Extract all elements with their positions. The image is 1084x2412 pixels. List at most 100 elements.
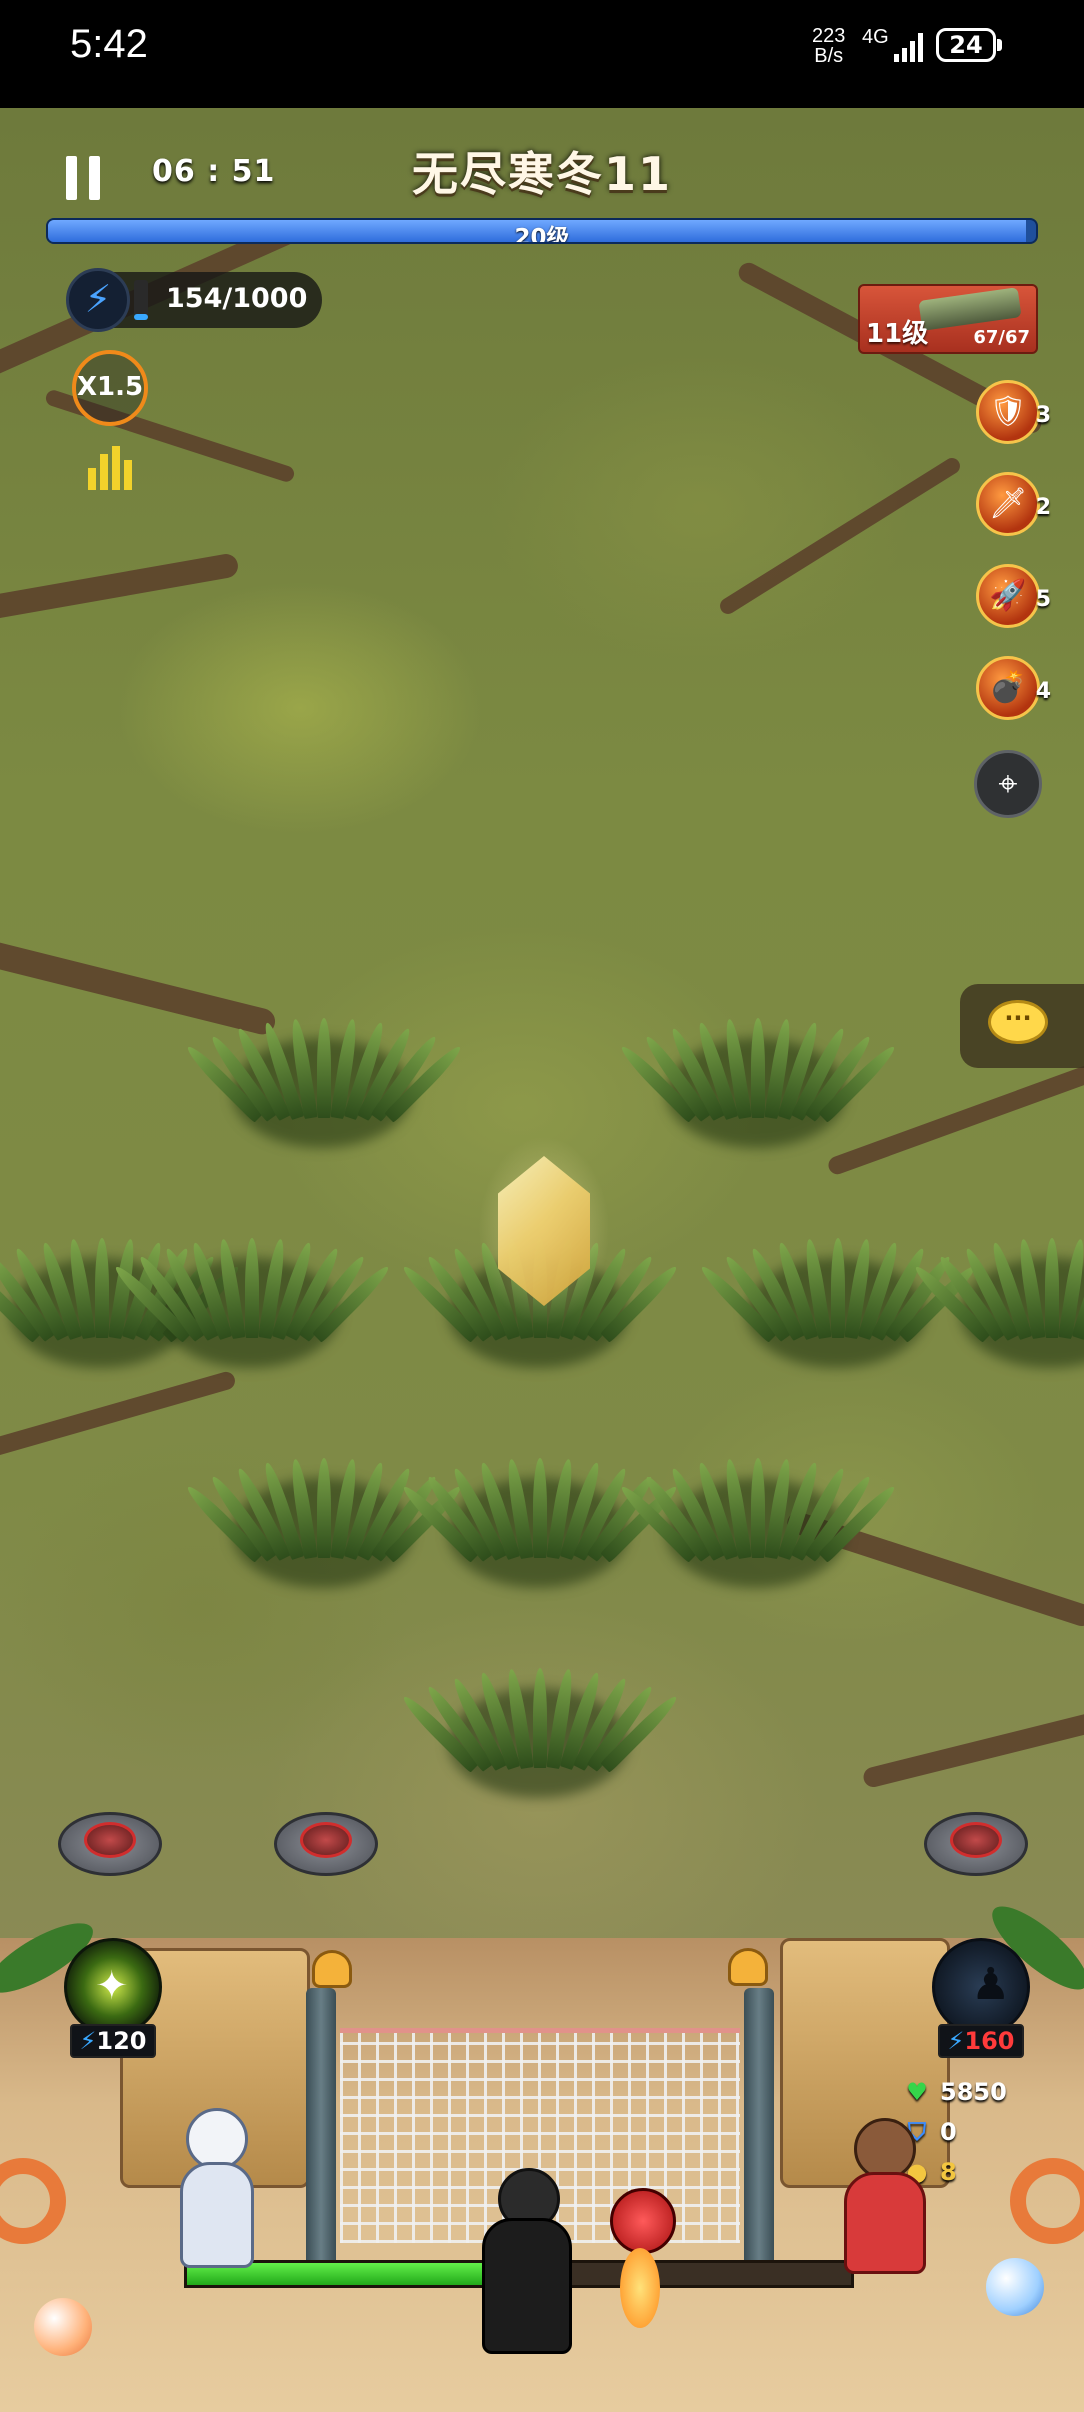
skill-count: 2 [1035,495,1051,520]
stat-coins-value: 8 [940,2158,957,2186]
energy-crystal[interactable] [478,1136,610,1326]
bar-chart-icon-bar [100,454,108,490]
auto-target-button[interactable]: ⌖ [974,750,1042,818]
grass-blade [317,1018,331,1118]
tree-branch [861,1706,1084,1790]
grass-blade [95,1238,109,1338]
ability-left[interactable]: ✦ [64,1938,162,2036]
turret-slot[interactable] [58,1798,162,1876]
missile-icon: 🚀 [989,578,1027,613]
energy-gauge [134,280,148,320]
gate-post-cap [728,1948,768,1986]
hero-astronaut-head [186,2108,248,2170]
gate-post [306,1988,336,2268]
skill-count: 5 [1035,587,1051,612]
grass-blade [533,1668,547,1768]
grass-bush [183,988,465,1148]
status-time: 5:42 [70,22,148,66]
turret-core [84,1822,136,1858]
grass-bush [617,988,899,1148]
hero-drone-head [610,2188,676,2254]
grass-bush [399,1428,681,1588]
hero-girl-head [854,2118,916,2180]
hero-commander-body [482,2218,572,2354]
skill-armor-upgrade[interactable]: 🛡 3 [976,380,1051,444]
network-type: 4G [862,26,889,48]
network-speed-unit: B/s [814,45,844,67]
stat-shield-value: 0 [940,2118,957,2146]
grass-blade [751,1018,765,1118]
chat-button[interactable]: ··· [960,984,1084,1068]
skill-count: 3 [1035,403,1051,428]
player-level: 20级 [514,225,570,244]
grass-blade [533,1458,547,1558]
energy-text: 154/1000 [166,283,308,314]
grass-blade [245,1238,259,1338]
tree-branch [0,552,240,628]
turret-slot[interactable] [924,1798,1028,1876]
energy-fill [134,313,148,320]
ability-left-cost: ⚡120 [70,2024,156,2058]
bar-chart-icon [88,468,96,490]
status-bar: 5:42 223 B/s 4G 24 [0,0,1084,108]
grass-blade [831,1238,845,1338]
gate-post [744,1988,774,2268]
grass-bush [111,1208,393,1368]
hero-girl-body [844,2172,926,2274]
grass-bush [911,1208,1084,1368]
hero-drone-flame [620,2248,660,2328]
skill-bomb[interactable]: 💣 4 [976,656,1051,720]
ability-right-cost-value: 160 [964,2027,1015,2055]
grass-blade [1045,1238,1059,1338]
bar-chart-icon-bar [112,446,120,490]
tree-branch [717,455,963,617]
skill-fire-sword[interactable]: 🗡 2 [976,472,1051,536]
skill-missile[interactable]: 🚀 5 [976,564,1051,628]
stat-health: ♥ 5850 [902,2078,1007,2106]
turret-core [950,1822,1002,1858]
heart-icon: ♥ [906,2078,928,2106]
grass-blade [751,1458,765,1558]
bomb-icon: 💣 [989,670,1027,705]
grass-bush [617,1428,899,1588]
experience-bar: 20级 [46,218,1038,244]
signal-icon [894,33,923,62]
lightning-icon: ⚡ [947,2027,965,2055]
hero-astronaut-body [180,2162,254,2268]
statistics-button[interactable] [88,446,136,490]
bar-chart-icon-bar [124,460,132,490]
speed-toggle-button[interactable]: X1.5 [72,350,148,426]
lightning-icon: ⚡ [79,2027,97,2055]
ability-right[interactable]: ♟ [932,1938,1030,2036]
hero-astronaut[interactable] [170,2108,260,2298]
grass-blade [317,1458,331,1558]
turret-slot[interactable] [274,1798,378,1876]
weapon-level: 11级 [866,319,929,349]
poison-grenade-icon: ✦ [95,1963,129,2009]
beach-ball [34,2298,92,2356]
network-speed: 223 B/s [812,26,845,66]
crosshair-icon: ⌖ [998,764,1018,804]
fire-sword-icon: 🗡 [988,486,1028,521]
skill-count: 4 [1035,679,1051,704]
chat-icon: ··· [988,1000,1048,1044]
game-field[interactable]: 06 : 51 无尽寒冬11 20级 ⚡ 154/1000 X1.5 11级 6… [0,108,1084,2412]
hero-commander[interactable] [470,2168,580,2358]
turret-core [300,1822,352,1858]
lightning-icon: ⚡ [66,268,130,332]
beach-ball [986,2258,1044,2316]
hero-drone[interactable] [600,2188,680,2338]
network-speed-value: 223 [812,25,846,47]
weapon-ammo: 67/67 [973,327,1030,348]
hero-girl[interactable] [836,2118,926,2288]
ability-right-cost: ⚡160 [938,2024,1024,2058]
stage-title: 无尽寒冬11 [411,147,672,201]
battery-icon: 24 [936,28,1002,62]
weapon-icon [918,287,1022,331]
grass-bush [399,1638,681,1798]
stat-health-value: 5850 [940,2078,1007,2106]
weapon-card[interactable]: 11级 67/67 [858,284,1038,354]
tree-branch [0,1369,238,1465]
grass-bush [697,1208,979,1368]
ability-left-cost-value: 120 [96,2027,147,2055]
